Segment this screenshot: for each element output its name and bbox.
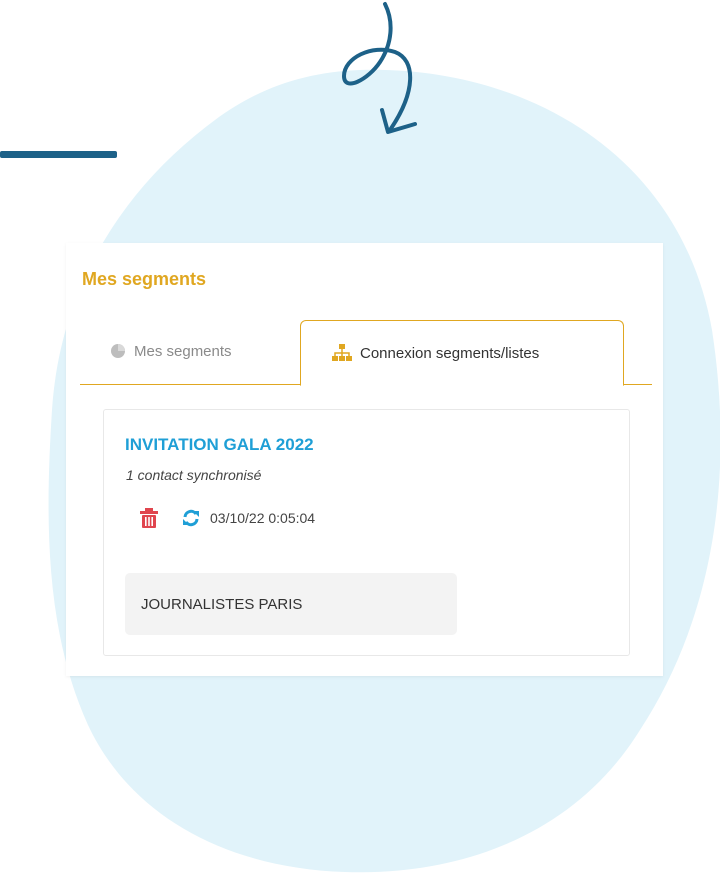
tab-label: Mes segments [134, 342, 232, 360]
panel-title: Mes segments [82, 269, 207, 289]
list-chip[interactable]: JOURNALISTES PARIS [125, 573, 457, 635]
sync-count: 1 contact synchronisé [126, 467, 262, 483]
tab-label: Connexion segments/listes [360, 344, 540, 362]
segment-title[interactable]: INVITATION GALA 2022 [125, 435, 314, 455]
decorative-line [0, 151, 117, 158]
tab-connexion-segments-listes[interactable]: Connexion segments/listes [300, 320, 624, 386]
stage: Mes segments Mes segments Connexion segm… [0, 0, 720, 876]
sync-button[interactable] [180, 506, 202, 530]
refresh-icon [183, 509, 199, 527]
pie-chart-icon [111, 344, 125, 358]
delete-button[interactable] [138, 506, 160, 530]
segments-panel: Mes segments Mes segments Connexion segm… [66, 243, 663, 676]
sitemap-icon [332, 344, 352, 361]
sync-status: 03/10/22 0:05:04 [180, 506, 315, 530]
sync-timestamp: 03/10/22 0:05:04 [210, 510, 316, 526]
tab-mes-segments[interactable]: Mes segments [110, 339, 232, 363]
segment-actions: 03/10/22 0:05:04 [138, 506, 315, 530]
segment-card: INVITATION GALA 2022 1 contact synchroni… [103, 409, 630, 656]
curly-arrow-path [341, 2, 413, 132]
trash-icon [140, 508, 158, 528]
curly-arrow-icon [341, 2, 417, 134]
